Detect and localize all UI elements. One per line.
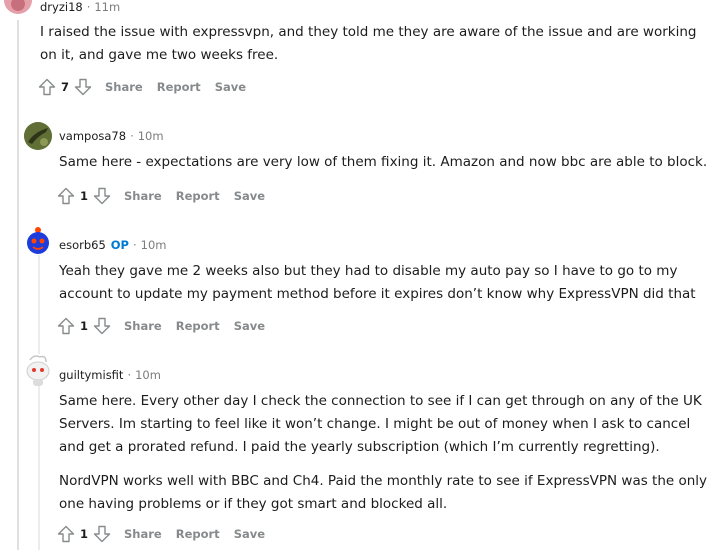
username[interactable]: dryzi18 <box>40 0 83 14</box>
comment-meta: dryzi18 · 11m <box>40 0 120 14</box>
report-button[interactable]: Report <box>176 527 220 541</box>
vote-count: 1 <box>80 319 89 333</box>
upvote-icon[interactable] <box>37 77 57 97</box>
comment-body: I raised the issue with expressvpn, and … <box>40 21 708 78</box>
comment-body: Same here - expectations are very low of… <box>59 151 708 185</box>
avatar[interactable] <box>24 354 52 386</box>
thread-line-nested[interactable] <box>38 255 40 550</box>
upvote-icon[interactable] <box>56 524 76 544</box>
save-button[interactable]: Save <box>234 527 265 541</box>
comment-meta: guiltymisfit · 10m <box>59 368 161 382</box>
downvote-icon[interactable] <box>92 316 112 336</box>
share-button[interactable]: Share <box>105 80 143 94</box>
comment-actions: 1 Share Report Save <box>56 315 265 337</box>
comment-body: Same here. Every other day I check the c… <box>59 390 708 527</box>
vote-count: 1 <box>80 527 89 541</box>
upvote-icon[interactable] <box>56 316 76 336</box>
avatar[interactable] <box>4 0 32 14</box>
separator: · <box>132 238 137 252</box>
thread-line[interactable] <box>17 20 19 550</box>
vote-count: 1 <box>80 189 89 203</box>
username[interactable]: vamposa78 <box>59 129 126 143</box>
downvote-icon[interactable] <box>92 524 112 544</box>
separator: · <box>130 129 134 143</box>
comment-text: I raised the issue with expressvpn, and … <box>40 24 697 63</box>
comment-meta: vamposa78 · 10m <box>59 129 164 143</box>
timestamp[interactable]: 10m <box>138 129 164 143</box>
save-button[interactable]: Save <box>234 319 265 333</box>
comment-text: Same here. Every other day I check the c… <box>59 393 702 455</box>
avatar[interactable] <box>24 226 52 254</box>
timestamp[interactable]: 11m <box>94 0 120 14</box>
report-button[interactable]: Report <box>176 319 220 333</box>
upvote-icon[interactable] <box>56 186 76 206</box>
username[interactable]: guiltymisfit <box>59 368 123 382</box>
comment-actions: 1 Share Report Save <box>56 523 265 545</box>
comment-text: Yeah they gave me 2 weeks also but they … <box>59 263 696 302</box>
share-button[interactable]: Share <box>124 319 162 333</box>
op-badge: OP <box>110 238 129 252</box>
downvote-icon[interactable] <box>92 186 112 206</box>
vote-count: 7 <box>61 80 70 94</box>
comment-actions: 1 Share Report Save <box>56 185 265 207</box>
avatar[interactable] <box>24 122 52 150</box>
separator: · <box>127 368 132 382</box>
timestamp[interactable]: 10m <box>141 238 167 252</box>
report-button[interactable]: Report <box>157 80 201 94</box>
downvote-icon[interactable] <box>73 77 93 97</box>
report-button[interactable]: Report <box>176 189 220 203</box>
timestamp[interactable]: 10m <box>135 368 161 382</box>
comment-body: Yeah they gave me 2 weeks also but they … <box>59 260 708 317</box>
save-button[interactable]: Save <box>234 189 265 203</box>
save-button[interactable]: Save <box>215 80 246 94</box>
separator: · <box>86 0 91 14</box>
username[interactable]: esorb65 <box>59 238 106 252</box>
comment-text: NordVPN works well with BBC and Ch4. Pai… <box>59 473 708 512</box>
share-button[interactable]: Share <box>124 189 162 203</box>
comment-text: Same here - expectations are very low of… <box>59 154 708 170</box>
comment-meta: esorb65 OP · 10m <box>59 238 166 252</box>
comment-actions: 7 Share Report Save <box>37 76 246 98</box>
share-button[interactable]: Share <box>124 527 162 541</box>
